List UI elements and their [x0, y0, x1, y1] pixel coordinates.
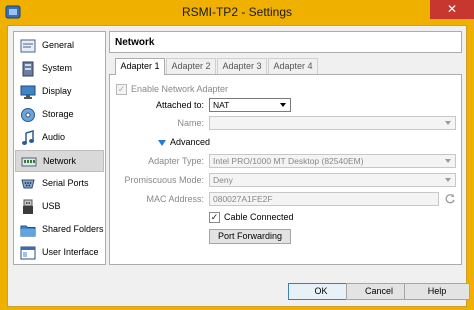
attached-to-select[interactable]: NAT: [209, 98, 291, 112]
tab-adapter-3[interactable]: Adapter 3: [217, 58, 267, 74]
tab-adapter-4[interactable]: Adapter 4: [268, 58, 318, 74]
sidebar-item-label: General: [42, 40, 75, 50]
adapter-tabbar: Adapter 1 Adapter 2 Adapter 3 Adapter 4: [109, 58, 462, 75]
promiscuous-mode-select[interactable]: Deny: [209, 173, 456, 187]
sidebar-item-user-interface[interactable]: User Interface: [15, 242, 104, 264]
cable-connected-label: Cable Connected: [224, 212, 294, 222]
audio-icon: [22, 130, 34, 145]
mac-address-label: MAC Address:: [146, 194, 204, 204]
chevron-down-icon: [445, 178, 451, 182]
network-icon: [21, 157, 37, 167]
sidebar-item-usb[interactable]: USB: [15, 196, 104, 218]
adapter-type-select[interactable]: Intel PRO/1000 MT Desktop (82540EM): [209, 154, 456, 168]
attached-to-value: NAT: [213, 100, 230, 110]
settings-sidebar: General System Display Storage Audio Net…: [13, 31, 106, 265]
sidebar-item-network[interactable]: Network: [15, 150, 104, 172]
sidebar-item-label: Network: [43, 156, 77, 166]
advanced-expand-icon[interactable]: [158, 140, 166, 146]
dialog-client-area: General System Display Storage Audio Net…: [7, 25, 470, 307]
sidebar-item-label: USB: [42, 201, 61, 211]
shared-folders-icon: [20, 225, 36, 237]
sidebar-item-label: User Interface: [42, 247, 99, 257]
sidebar-item-shared-folders[interactable]: Shared Folders: [15, 219, 104, 241]
promiscuous-mode-label: Promiscuous Mode:: [124, 175, 204, 185]
chevron-down-icon: [445, 121, 451, 125]
page-title: Network: [115, 37, 155, 48]
tab-adapter-1[interactable]: Adapter 1: [115, 58, 165, 75]
sidebar-item-label: System: [42, 63, 73, 73]
cable-connected-checkbox[interactable]: ✓: [209, 212, 220, 223]
cancel-button[interactable]: Cancel: [346, 283, 412, 300]
help-button[interactable]: Help: [404, 283, 470, 300]
general-icon: [20, 39, 36, 53]
sidebar-item-display[interactable]: Display: [15, 81, 104, 103]
serial-ports-icon: [21, 179, 35, 189]
ok-button[interactable]: OK: [288, 283, 354, 300]
window-title: RSMI-TP2 - Settings: [181, 5, 293, 19]
sidebar-item-system[interactable]: System: [15, 58, 104, 80]
name-select[interactable]: [209, 116, 456, 130]
sidebar-item-storage[interactable]: Storage: [15, 104, 104, 126]
display-icon: [20, 85, 36, 99]
name-label: Name:: [177, 118, 204, 128]
system-icon: [22, 61, 34, 77]
usb-icon: [23, 199, 33, 214]
title-bar[interactable]: RSMI-TP2 - Settings ✕: [0, 0, 474, 24]
sidebar-item-label: Serial Ports: [42, 178, 89, 188]
close-window-button[interactable]: ✕: [430, 0, 474, 19]
mac-address-value: 080027A1FE2F: [213, 194, 273, 204]
sidebar-item-serial-ports[interactable]: Serial Ports: [15, 173, 104, 195]
user-interface-icon: [20, 246, 36, 260]
mac-address-field[interactable]: 080027A1FE2F: [209, 192, 439, 206]
sidebar-item-label: Shared Folders: [42, 224, 104, 234]
port-forwarding-button[interactable]: Port Forwarding: [209, 229, 291, 244]
sidebar-item-audio[interactable]: Audio: [15, 127, 104, 149]
promiscuous-mode-value: Deny: [213, 175, 233, 185]
settings-window: RSMI-TP2 - Settings ✕ General System Dis…: [0, 0, 474, 310]
sidebar-item-label: Display: [42, 86, 72, 96]
tab-adapter-2[interactable]: Adapter 2: [166, 58, 216, 74]
adapter-type-label: Adapter Type:: [148, 156, 204, 166]
sidebar-item-general[interactable]: General: [15, 35, 104, 57]
enable-adapter-checkbox[interactable]: ✓: [116, 84, 127, 95]
panel-header: Network: [109, 31, 462, 53]
refresh-mac-icon[interactable]: [444, 193, 456, 205]
adapter-1-panel: ✓ Enable Network Adapter Attached to: NA…: [109, 74, 462, 265]
enable-adapter-label: Enable Network Adapter: [131, 84, 229, 94]
attached-to-label: Attached to:: [155, 100, 204, 110]
storage-icon: [21, 108, 35, 122]
adapter-type-value: Intel PRO/1000 MT Desktop (82540EM): [213, 156, 364, 166]
advanced-toggle-label[interactable]: Advanced: [170, 137, 210, 147]
chevron-down-icon: [445, 159, 451, 163]
sidebar-item-label: Audio: [42, 132, 66, 142]
sidebar-item-label: Storage: [42, 109, 74, 119]
chevron-down-icon: [280, 103, 286, 107]
